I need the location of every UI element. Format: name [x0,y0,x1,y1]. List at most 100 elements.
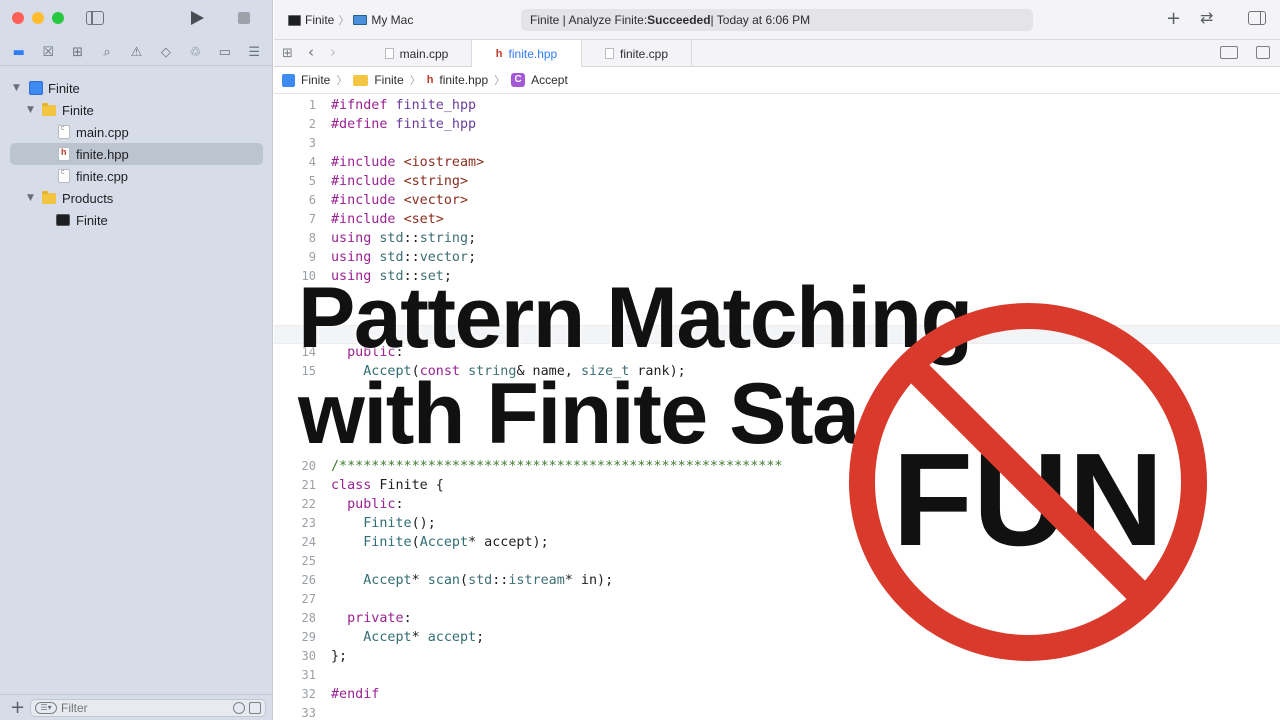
disclosure-open-icon[interactable]: ▼ [13,83,20,93]
destination-name: My Mac [371,13,414,27]
mac-icon [353,15,368,25]
add-file-button[interactable]: + [10,697,25,718]
recent-files-icon[interactable] [233,702,245,714]
code-line[interactable]: 4 #include <iostream> [274,153,1280,172]
line-number: 4 [308,155,316,169]
line-number: 5 [308,174,316,188]
code-line[interactable]: 9 using std::vector; [274,248,1280,267]
line-number: 28 [301,611,316,625]
line-number: 26 [301,573,316,587]
code-review-icon[interactable]: ⇄ [1200,8,1213,27]
editor-tab-bar: ⊞ ‹ › main.cpp h finite.hpp finite.cpp [274,40,1280,67]
code-line[interactable]: 8 using std::string; [274,229,1280,248]
code-line[interactable]: 33 [274,704,1280,720]
forward-chevron-icon[interactable]: › [330,43,336,61]
line-number: 32 [301,687,316,701]
tree-item-file-selected[interactable]: finite.hpp [10,143,263,165]
code-line[interactable]: 31 [274,666,1280,685]
folder-icon [42,191,56,204]
symbol-navigator-icon[interactable]: ⊞ [70,45,86,61]
scheme-selector[interactable]: Finite 〉 My Mac [288,12,413,28]
sidebar-toggle-icon[interactable] [86,11,104,25]
jumpbar-symbol[interactable]: Accept [531,73,568,87]
code-line[interactable]: 5 #include <string> [274,172,1280,191]
editor-options-icon[interactable] [1220,46,1238,59]
folder-icon [42,103,56,116]
code-text: #define finite_hpp [331,117,477,132]
scheme-name: Finite [305,13,335,27]
run-button[interactable] [191,11,204,25]
zoom-window-button[interactable] [52,12,64,24]
back-chevron-icon[interactable]: ‹ [308,43,314,61]
line-number: 7 [308,212,316,226]
navigator-sidebar: ▬ ☒ ⊞ ⌕ ⚠ ◇ ♲ ▭ ☰ ▼ Finite ▼ Finite main… [0,0,273,720]
navigator-filter-bar: + ☰▾ [0,694,273,720]
chevron-right-icon: 〉 [336,74,348,87]
code-line[interactable]: 3 [274,134,1280,153]
filter-input[interactable] [61,701,211,715]
code-text: private: [347,611,412,626]
disclosure-open-icon[interactable]: ▼ [27,193,34,203]
code-line[interactable]: 7 #include <set> [274,210,1280,229]
source-control-navigator-icon[interactable]: ☒ [40,45,56,61]
tab-finite-hpp[interactable]: h finite.hpp [472,40,582,67]
tree-item-file[interactable]: main.cpp [0,121,273,143]
line-number: 6 [308,193,316,207]
tab-main-cpp[interactable]: main.cpp [362,40,472,67]
code-line[interactable]: 32 #endif [274,685,1280,704]
no-fun-badge: FUN [849,303,1207,661]
breakpoint-navigator-icon[interactable]: ▭ [217,45,233,61]
tree-item-label: Products [62,190,114,206]
tab-finite-cpp[interactable]: finite.cpp [582,40,692,67]
filter-field-container: ☰▾ [30,699,266,717]
line-number: 31 [301,668,316,682]
code-text: using std::string; [331,231,477,246]
chevron-right-icon: 〉 [409,74,421,87]
line-number: 1 [308,98,316,112]
find-navigator-icon[interactable]: ⌕ [99,45,115,61]
tab-label: main.cpp [399,46,449,61]
tree-item-file[interactable]: finite.cpp [0,165,273,187]
minimize-window-button[interactable] [32,12,44,24]
stop-button[interactable] [238,12,250,24]
filter-options-icon[interactable]: ☰▾ [35,702,57,714]
issue-navigator-icon[interactable]: ⚠ [128,45,144,61]
inspector-toggle-icon[interactable] [1248,11,1266,25]
code-line[interactable]: 1 #ifndef finite_hpp [274,96,1280,115]
code-line[interactable]: 2 #define finite_hpp [274,115,1280,134]
jumpbar-project[interactable]: Finite [301,73,330,87]
line-number: 29 [301,630,316,644]
source-control-filter-icon[interactable] [249,702,261,714]
jumpbar-file[interactable]: finite.hpp [439,73,488,87]
activity-prefix: Finite | Analyze Finite: [530,13,648,27]
tree-item-folder[interactable]: ▼ Products [0,187,273,209]
code-text: #include <iostream> [331,155,485,170]
jumpbar-folder[interactable]: Finite [374,73,403,87]
tree-item-label: Finite [76,212,108,228]
code-text: #endif [331,687,380,702]
title-line-2: with Finite Sta [298,366,860,462]
tree-item-product[interactable]: Finite [0,209,273,231]
report-navigator-icon[interactable]: ☰ [246,45,262,61]
add-editor-icon[interactable] [1256,46,1270,59]
code-text: Accept* scan(std::istream* in); [363,573,614,588]
close-window-button[interactable] [12,12,24,24]
code-text: Finite(); [363,516,436,531]
tree-item-label: Finite [48,80,80,96]
code-text: #include <string> [331,174,469,189]
tree-item-project[interactable]: ▼ Finite [0,77,273,99]
tab-label: finite.cpp [619,46,669,61]
disclosure-open-icon[interactable]: ▼ [27,105,34,115]
line-number: 23 [301,516,316,530]
code-line[interactable]: 6 #include <vector> [274,191,1280,210]
line-number: 27 [301,592,316,606]
toolbar: Finite 〉 My Mac Finite | Analyze Finite:… [274,0,1280,40]
debug-navigator-icon[interactable]: ♲ [187,45,203,61]
project-navigator-icon[interactable]: ▬ [11,45,27,61]
related-items-icon[interactable]: ⊞ [282,46,293,61]
header-file-icon: h [426,74,434,86]
tree-item-folder[interactable]: ▼ Finite [0,99,273,121]
code-text: #include <set> [331,212,444,227]
test-navigator-icon[interactable]: ◇ [158,45,174,61]
library-plus-icon[interactable]: + [1166,8,1181,29]
